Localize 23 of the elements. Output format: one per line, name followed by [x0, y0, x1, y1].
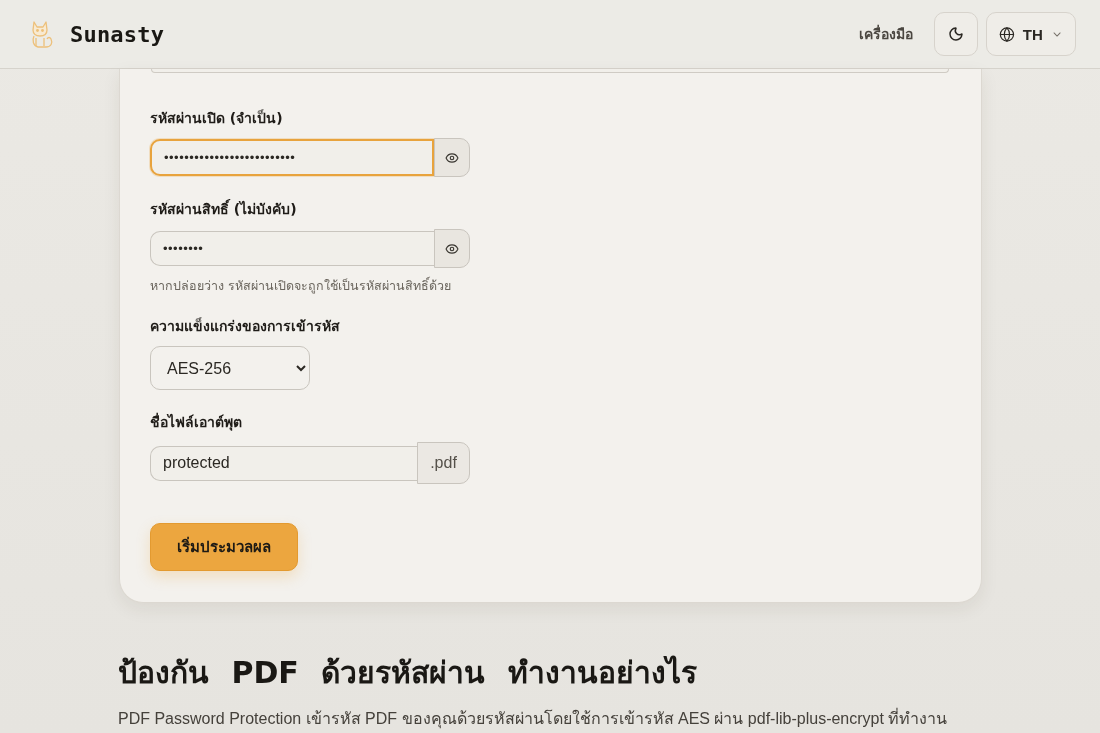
toggle-visibility-button[interactable]	[434, 138, 470, 177]
theme-toggle-button[interactable]	[934, 12, 978, 56]
moon-icon	[948, 26, 964, 42]
encryption-select[interactable]: AES-256	[150, 346, 310, 390]
field-label: ความแข็งแกร่งของการเข้ารหัส	[150, 316, 341, 336]
filename-input[interactable]: protected	[150, 445, 417, 481]
password-input[interactable]: ••••••••••••••••••••••••••	[150, 139, 434, 176]
field-label: รหัสผ่านสิทธิ์ (ไม่บังคับ)	[150, 199, 298, 219]
file-extension-addon: .pdf	[417, 442, 470, 484]
language-button[interactable]: TH	[986, 12, 1076, 56]
nav-link[interactable]: เครื่องมือ	[859, 23, 913, 45]
brand-name: Sunasty	[70, 21, 165, 47]
section-paragraph: PDF Password Protection เข้ารหัส PDF ของคุณด้วยรหัสผ่านโดยใช้การเข้ารหัส AES ผ่าน pdf-lib-plus-encrypt ที่ทำงาน	[118, 709, 949, 729]
field-label: รหัสผ่านเปิด (จำเป็น)	[150, 108, 284, 128]
field-label: ชื่อไฟล์เอาต์พุต	[150, 412, 243, 432]
section-heading: ป้องกัน PDF ด้วยรหัสผ่าน ทำงานอย่างไร	[118, 654, 698, 692]
globe-icon	[999, 25, 1015, 43]
password-input[interactable]: ••••••••	[150, 231, 434, 266]
field-hint: หากปล่อยว่าง รหัสผ่านเปิดจะถูกใช้เป็นรหัสผ่านสิทธิ์ด้วย	[150, 278, 452, 294]
eye-icon	[445, 241, 459, 256]
start-processing-button[interactable]: เริ่มประมวลผล	[150, 523, 298, 571]
toggle-visibility-button[interactable]	[434, 229, 470, 268]
eye-icon	[445, 150, 459, 165]
